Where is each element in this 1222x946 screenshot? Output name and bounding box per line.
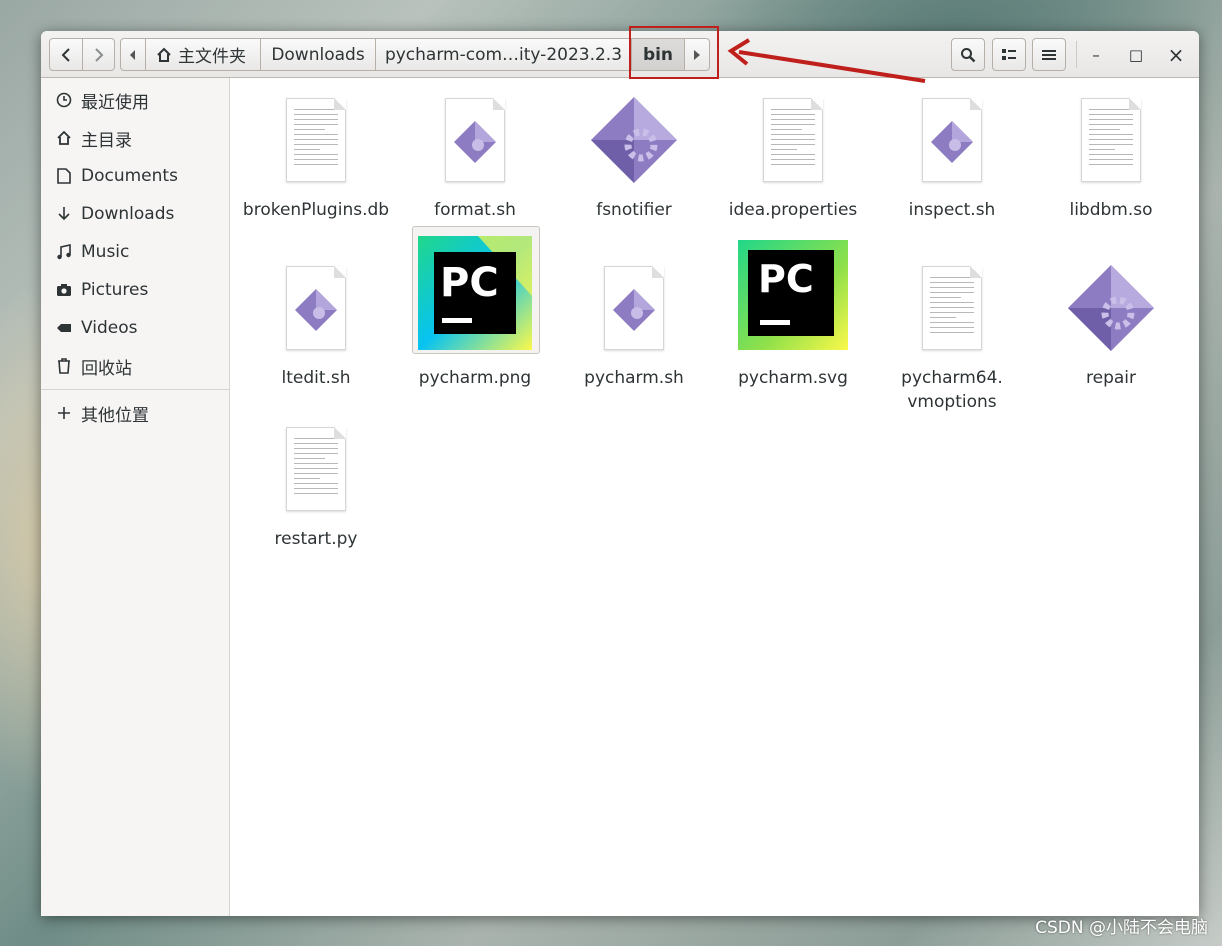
script-file-icon xyxy=(238,260,394,356)
text-file-icon xyxy=(238,92,394,188)
sidebar-divider xyxy=(41,389,229,390)
sidebar-item-home[interactable]: 主目录 xyxy=(41,119,229,157)
maximize-button[interactable]: □ xyxy=(1120,38,1152,71)
maximize-icon: □ xyxy=(1128,45,1144,64)
file-name: ltedit.sh xyxy=(281,368,351,388)
clock-icon xyxy=(55,91,73,109)
sidebar-item-videos[interactable]: Videos xyxy=(41,309,229,347)
search-icon xyxy=(961,47,976,62)
view-toggle-button[interactable] xyxy=(992,38,1026,71)
breadcrumb-label: 主文件夹 xyxy=(178,47,246,67)
sidebar-item-label: 主目录 xyxy=(81,130,132,151)
sidebar-item-other-locations[interactable]: 其他位置 xyxy=(41,394,229,432)
executable-icon xyxy=(1033,260,1189,356)
sidebar: 最近使用 主目录 Documents Downloads Music Pictu… xyxy=(41,78,230,916)
sidebar-item-documents[interactable]: Documents xyxy=(41,157,229,195)
sidebar-item-recent[interactable]: 最近使用 xyxy=(41,81,229,119)
text-file-icon xyxy=(1033,92,1189,188)
annotation-highlight-box xyxy=(629,26,719,79)
file-name: fsnotifier xyxy=(596,200,672,220)
pycharm-icon: PC xyxy=(397,236,553,356)
file-grid: brokenPlugins.db format.sh fsnotifier id… xyxy=(230,78,1199,916)
menu-button[interactable] xyxy=(1032,38,1066,71)
forward-button[interactable] xyxy=(82,38,115,71)
file-name: format.sh xyxy=(434,200,516,220)
arrow-left-icon xyxy=(130,49,135,60)
chevron-right-icon xyxy=(94,47,103,62)
file-name: idea.properties xyxy=(728,200,858,220)
header-bar: 主文件夹 Downloads pycharm-com…ity-2023.2.3 … xyxy=(41,31,1199,78)
search-button[interactable] xyxy=(951,38,985,71)
sidebar-item-label: 其他位置 xyxy=(81,405,149,426)
file-name: pycharm64. vmoptions xyxy=(901,368,1003,412)
view-toggle-icon xyxy=(1002,48,1016,60)
pycharm-logo-text: PC xyxy=(758,257,814,301)
home-icon xyxy=(55,129,73,147)
breadcrumb-home[interactable]: 主文件夹 xyxy=(145,38,261,71)
plus-icon xyxy=(55,404,73,422)
chevron-left-icon xyxy=(61,47,70,62)
sidebar-item-label: Downloads xyxy=(81,204,175,224)
sidebar-item-label: 回收站 xyxy=(81,358,132,379)
close-button[interactable]: × xyxy=(1160,38,1192,71)
divider xyxy=(1076,41,1077,68)
minimize-icon: – xyxy=(1092,45,1100,64)
video-icon xyxy=(55,319,73,337)
executable-icon xyxy=(556,92,712,188)
file-name: pycharm.sh xyxy=(584,368,684,388)
minimize-button[interactable]: – xyxy=(1080,38,1112,71)
trash-icon xyxy=(55,357,73,375)
script-file-icon xyxy=(556,260,712,356)
text-file-icon xyxy=(715,92,871,188)
sidebar-item-label: 最近使用 xyxy=(81,92,149,113)
camera-icon xyxy=(55,281,73,299)
breadcrumb-downloads[interactable]: Downloads xyxy=(260,38,376,71)
home-icon xyxy=(157,47,171,62)
file-name: inspect.sh xyxy=(908,200,996,220)
document-icon xyxy=(55,167,73,185)
breadcrumb-pycharm[interactable]: pycharm-com…ity-2023.2.3 xyxy=(375,38,632,71)
pycharm-icon: PC xyxy=(715,240,871,356)
sidebar-item-label: Videos xyxy=(81,318,138,338)
sidebar-item-label: Documents xyxy=(81,166,178,186)
file-name: libdbm.so xyxy=(1069,200,1153,220)
script-file-icon xyxy=(397,92,553,188)
script-file-icon xyxy=(874,92,1030,188)
sidebar-item-music[interactable]: Music xyxy=(41,233,229,271)
sidebar-item-trash[interactable]: 回收站 xyxy=(41,347,229,385)
sidebar-item-label: Music xyxy=(81,242,130,262)
sidebar-item-label: Pictures xyxy=(81,280,149,300)
download-icon xyxy=(55,205,73,223)
file-manager-window: 主文件夹 Downloads pycharm-com…ity-2023.2.3 … xyxy=(41,31,1199,916)
breadcrumb-label: Downloads xyxy=(271,44,365,65)
file-name: pycharm.png xyxy=(418,368,532,388)
menu-icon xyxy=(1042,49,1056,60)
text-file-icon xyxy=(874,260,1030,356)
file-name: restart.py xyxy=(274,529,358,549)
back-button[interactable] xyxy=(49,38,83,71)
sidebar-item-downloads[interactable]: Downloads xyxy=(41,195,229,233)
sidebar-item-pictures[interactable]: Pictures xyxy=(41,271,229,309)
music-icon xyxy=(55,243,73,261)
watermark: CSDN @小陆不会电脑 xyxy=(1035,918,1208,938)
breadcrumb-scroll-left[interactable] xyxy=(120,38,146,71)
text-file-icon xyxy=(238,421,394,517)
file-name: brokenPlugins.db xyxy=(242,200,390,220)
file-name: pycharm.svg xyxy=(738,368,848,388)
close-icon: × xyxy=(1167,42,1185,67)
file-name: repair xyxy=(1086,368,1136,388)
pycharm-logo-text: PC xyxy=(440,260,499,306)
annotation-arrow-icon xyxy=(727,38,926,83)
breadcrumb-label: pycharm-com…ity-2023.2.3 xyxy=(384,44,623,65)
